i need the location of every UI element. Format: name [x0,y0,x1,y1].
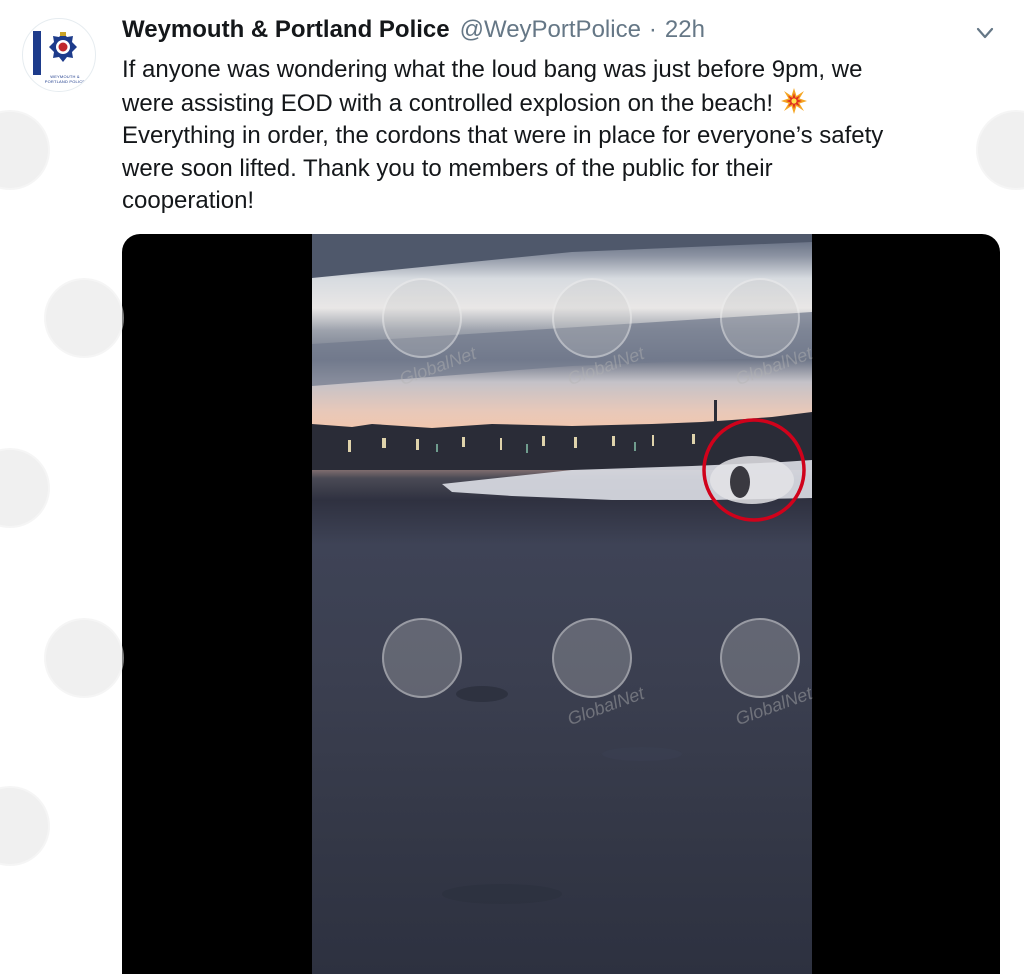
tweet-header: Weymouth & Portland Police @WeyPortPolic… [122,16,705,50]
tweet-timestamp[interactable]: 22h [665,16,705,44]
separator-dot: · [648,16,657,43]
user-handle[interactable]: @WeyPortPolice [460,16,641,44]
tweet-text-line: If anyone was wondering what the loud ba… [122,56,863,83]
avatar-stripe [33,31,41,75]
watermark-globe-icon [0,448,50,528]
watermark-globe-icon [44,618,124,698]
video-player[interactable] [122,234,1000,974]
tweet-text-line: were soon lifted. Thank you to members o… [122,154,773,182]
profile-avatar[interactable]: WEYMOUTH & PORTLAND POLICE [22,18,96,92]
avatar-caption: WEYMOUTH & PORTLAND POLICE [44,74,86,84]
tweet-card: WEYMOUTH & PORTLAND POLICE Weymouth & Po… [0,0,1024,974]
watermark-globe-icon [0,786,50,866]
tweet-body: If anyone was wondering what the loud ba… [122,54,1002,218]
chevron-down-icon[interactable] [974,22,996,44]
tweet-text-line: cooperation! [122,187,255,214]
tweet-text-line-with-emoji: were assisting EOD with a controlled exp… [122,87,1002,121]
display-name[interactable]: Weymouth & Portland Police [122,16,450,44]
tweet-text-line: Everything in order, the cordons that we… [122,122,884,149]
watermark-globe-icon [44,278,124,358]
beach-scene [312,234,812,904]
video-frame[interactable] [312,234,812,974]
police-crest-icon [49,32,77,62]
explosion-emoji-icon [780,87,807,114]
watermark-globe-icon [0,110,50,190]
tweet-text-line: were assisting EOD with a controlled exp… [122,89,780,117]
